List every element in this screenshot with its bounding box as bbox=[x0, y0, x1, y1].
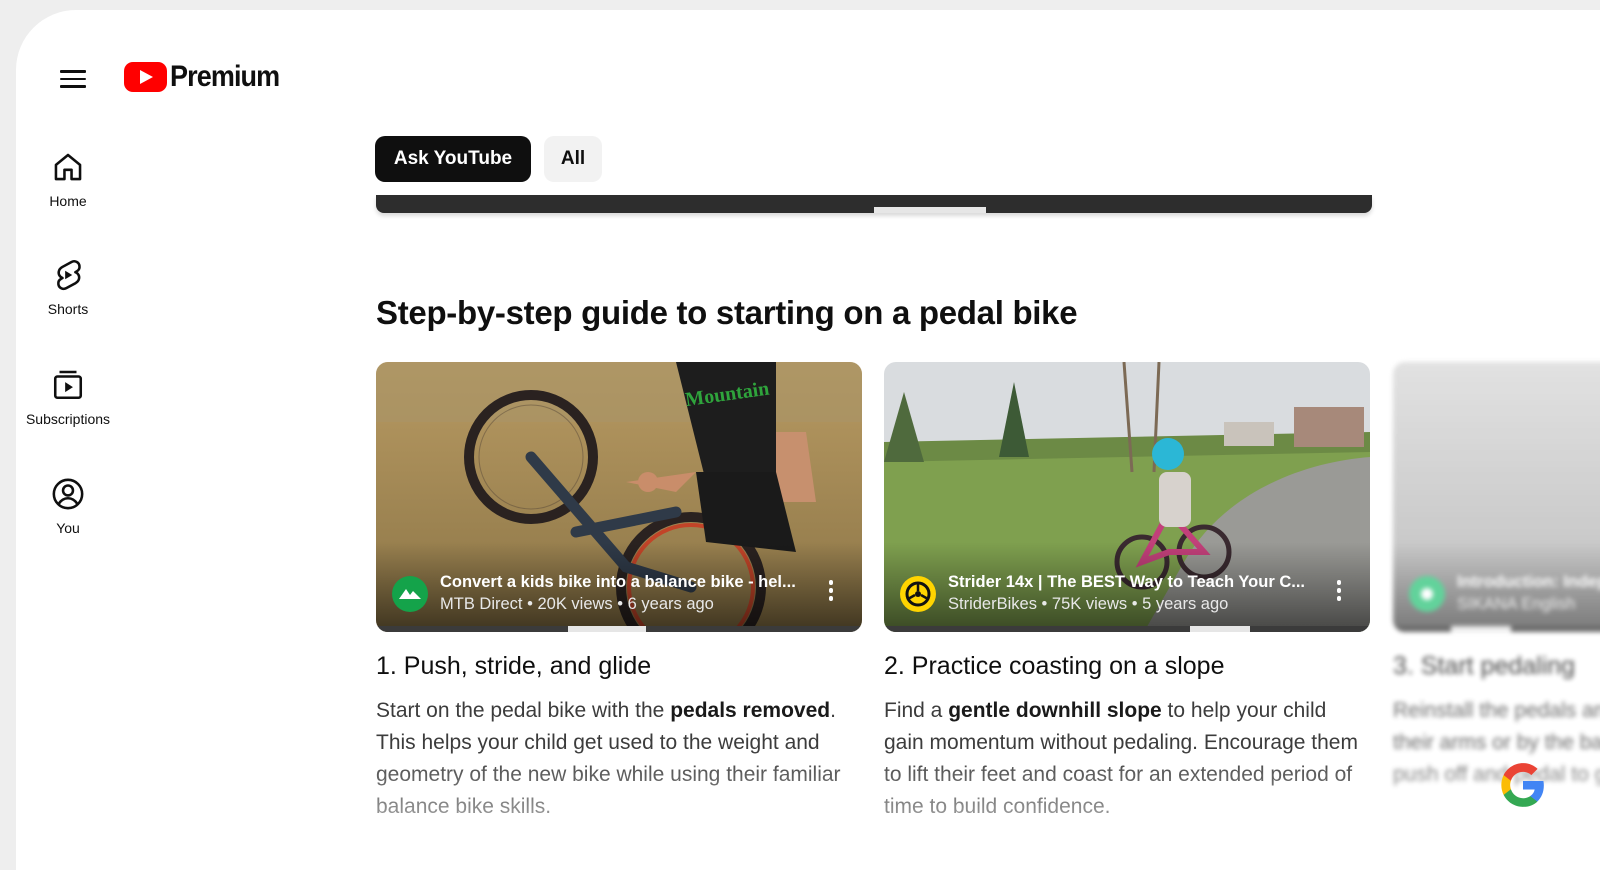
video-subline: MTB Direct • 20K views • 6 years ago bbox=[440, 595, 806, 614]
view-count: 75K views bbox=[1051, 595, 1128, 613]
sidebar-item-label: Home bbox=[49, 193, 87, 209]
highlight-text: pedals removed bbox=[670, 699, 831, 722]
video-subline: SIKANA English bbox=[1457, 595, 1600, 614]
step-description: Find a gentle downhill slope to help you… bbox=[884, 699, 1358, 818]
video-title[interactable]: Strider 14x | The BEST Way to Teach Your… bbox=[948, 573, 1314, 592]
step-title: 2. Practice coasting on a slope bbox=[884, 652, 1225, 680]
shorts-icon bbox=[57, 260, 81, 291]
video-meta: Introduction: Independent Pedaling SIKAN… bbox=[1457, 573, 1600, 614]
video-title[interactable]: Convert a kids bike into a balance bike … bbox=[440, 573, 806, 592]
step-title: 1. Push, stride, and glide bbox=[376, 652, 652, 680]
account-icon bbox=[52, 478, 84, 510]
sidebar-item-label: Shorts bbox=[47, 301, 89, 317]
player-progress-bar[interactable] bbox=[376, 195, 1372, 213]
subscriptions-icon bbox=[53, 370, 83, 400]
step-description: Start on the pedal bike with the pedals … bbox=[376, 699, 841, 818]
chip-all[interactable]: All bbox=[544, 136, 602, 182]
menu-button[interactable] bbox=[56, 65, 90, 95]
thumbnail-progress-bar bbox=[376, 626, 862, 632]
channel-avatar[interactable] bbox=[1409, 576, 1445, 612]
sidebar-item-label: You bbox=[56, 520, 80, 536]
channel-name[interactable]: MTB Direct bbox=[440, 595, 523, 613]
sidebar-item-subscriptions[interactable]: Subscriptions bbox=[16, 368, 120, 427]
chip-ask-youtube[interactable]: Ask YouTube bbox=[375, 136, 531, 182]
channel-name[interactable]: StriderBikes bbox=[948, 595, 1037, 613]
sidebar-item-you[interactable]: You bbox=[16, 477, 120, 536]
sidebar-item-home[interactable]: Home bbox=[16, 150, 120, 209]
brand-label: Premium bbox=[170, 60, 280, 93]
sidebar-item-label: Subscriptions bbox=[25, 411, 111, 427]
strider-logo-icon bbox=[905, 581, 931, 607]
google-g-logo-icon bbox=[1501, 763, 1544, 807]
upload-age: 5 years ago bbox=[1142, 595, 1229, 613]
upload-age: 6 years ago bbox=[627, 595, 714, 613]
thumbnail-progress-bar bbox=[1393, 626, 1600, 632]
dot-separator: • bbox=[1131, 595, 1138, 613]
thumbnail-progress-bar bbox=[884, 626, 1370, 632]
dot-separator: • bbox=[527, 595, 533, 613]
video-thumbnail[interactable]: Introduction: Independent Pedaling SIKAN… bbox=[1393, 362, 1600, 632]
video-title[interactable]: Introduction: Independent Pedaling bbox=[1457, 573, 1600, 592]
sikana-logo-icon bbox=[1421, 588, 1433, 600]
dot-separator: • bbox=[1041, 595, 1048, 613]
channel-name[interactable]: SIKANA English bbox=[1457, 595, 1575, 613]
video-meta: Convert a kids bike into a balance bike … bbox=[440, 573, 806, 614]
highlight-text: gentle downhill slope bbox=[948, 699, 1162, 722]
view-count: 20K views bbox=[537, 595, 613, 613]
step-description: Reinstall the pedals and support them by… bbox=[1393, 699, 1600, 786]
video-thumbnail[interactable]: Mountain Convert a kids bike into a bala… bbox=[376, 362, 862, 632]
home-icon bbox=[54, 153, 82, 181]
section-title: Step-by-step guide to starting on a peda… bbox=[376, 294, 1078, 331]
guide-card: Strider 14x | The BEST Way to Teach Your… bbox=[884, 362, 1370, 823]
video-meta: Strider 14x | The BEST Way to Teach Your… bbox=[948, 573, 1314, 614]
mtb-direct-logo-icon bbox=[399, 589, 421, 599]
video-subline: StriderBikes • 75K views • 5 years ago bbox=[948, 595, 1314, 614]
dot-separator: • bbox=[617, 595, 624, 613]
more-options-icon[interactable] bbox=[1334, 580, 1344, 606]
app-window: Premium Home Shorts Subscriptions You As… bbox=[16, 10, 1600, 870]
channel-avatar[interactable] bbox=[392, 576, 428, 612]
guide-card: Introduction: Independent Pedaling SIKAN… bbox=[1393, 362, 1600, 791]
guide-card: Mountain Convert a kids bike into a bala… bbox=[376, 362, 862, 823]
youtube-play-icon bbox=[124, 62, 167, 92]
step-title: 3. Start pedaling bbox=[1393, 652, 1576, 680]
more-options-icon[interactable] bbox=[826, 580, 836, 606]
progress-handle[interactable] bbox=[874, 207, 986, 213]
youtube-premium-logo[interactable]: Premium bbox=[124, 60, 291, 94]
sidebar-item-shorts[interactable]: Shorts bbox=[16, 258, 120, 317]
video-thumbnail[interactable]: Strider 14x | The BEST Way to Teach Your… bbox=[884, 362, 1370, 632]
channel-avatar[interactable] bbox=[900, 576, 936, 612]
